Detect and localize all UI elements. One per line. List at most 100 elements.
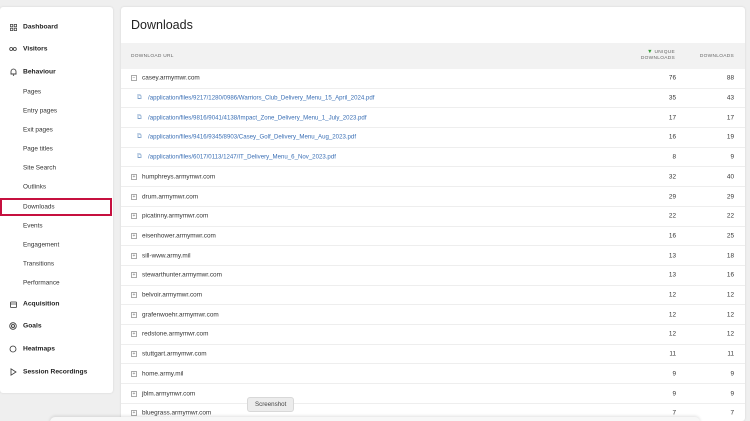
expand-icon[interactable]: + — [131, 370, 137, 377]
domain-row[interactable]: + stuttgart.armymwr.com 11 11 — [121, 345, 745, 365]
domain-label: belvoir.armymwr.com — [142, 291, 203, 299]
external-link-icon[interactable]: ⧉ — [137, 153, 142, 161]
nav-events[interactable]: Events — [0, 217, 113, 235]
unique-downloads-value: 76 — [668, 74, 676, 82]
domain-row[interactable]: + humphreys.armymwr.com 32 40 — [121, 168, 745, 188]
expand-icon[interactable]: + — [131, 311, 137, 318]
expand-icon[interactable]: + — [131, 193, 137, 200]
downloads-value: 12 — [726, 330, 734, 338]
nav-dashboard-label: Dashboard — [23, 23, 58, 31]
nav-events-label: Events — [23, 222, 43, 230]
target-icon — [9, 322, 17, 330]
unique-downloads-value: 9 — [672, 390, 676, 398]
nav-pages-label: Pages — [23, 88, 42, 96]
expand-icon[interactable]: + — [131, 410, 137, 417]
domain-label: redstone.armymwr.com — [142, 330, 209, 338]
downloads-value: 12 — [726, 311, 734, 319]
nav-session-recordings[interactable]: Session Recordings — [0, 362, 113, 382]
unique-downloads-value: 13 — [668, 271, 676, 279]
expand-icon[interactable]: + — [131, 173, 137, 180]
unique-downloads-value: 9 — [672, 370, 676, 378]
domain-row[interactable]: + picatinny.armymwr.com 22 22 — [121, 207, 745, 227]
nav-dashboard[interactable]: Dashboard — [0, 17, 113, 37]
downloads-value: 40 — [726, 173, 734, 181]
download-url[interactable]: /application/files/9217/1280/0986/Warrio… — [148, 95, 374, 102]
nav-behaviour[interactable]: Behaviour — [0, 62, 113, 82]
expand-icon[interactable]: + — [131, 390, 137, 397]
nav-visitors[interactable]: Visitors — [0, 39, 113, 59]
domain-row[interactable]: + sill-www.army.mil 13 18 — [121, 246, 745, 266]
expand-icon[interactable]: + — [131, 232, 137, 239]
download-file-row[interactable]: ⧉ /application/files/6017/0113/1247/IT_De… — [121, 148, 745, 168]
domain-label: casey.armymwr.com — [142, 74, 200, 82]
downloads-value: 43 — [726, 94, 734, 102]
external-link-icon[interactable]: ⧉ — [137, 114, 142, 122]
nav-page-titles[interactable]: Page titles — [0, 140, 113, 158]
nav-acquisition[interactable]: Acquisition — [0, 294, 113, 314]
expand-icon[interactable]: + — [131, 331, 137, 338]
downloads-value: 16 — [726, 271, 734, 279]
downloads-value: 18 — [726, 252, 734, 260]
play-icon — [9, 368, 17, 376]
tooltip: Screenshot — [247, 397, 295, 412]
nav-exit-pages[interactable]: Exit pages — [0, 121, 113, 139]
external-link-icon[interactable]: ⧉ — [137, 133, 142, 141]
expand-icon[interactable]: + — [131, 292, 137, 299]
nav-downloads[interactable]: Downloads — [0, 198, 112, 216]
download-file-row[interactable]: ⧉ /application/files/9217/1280/0986/Warri… — [121, 89, 745, 109]
nav-performance[interactable]: Performance — [0, 274, 113, 292]
nav-engagement[interactable]: Engagement — [0, 236, 113, 254]
domain-row[interactable]: + redstone.armymwr.com 12 12 — [121, 325, 745, 345]
collapse-icon[interactable]: − — [131, 75, 137, 82]
downloads-value: 11 — [727, 350, 734, 358]
downloads-value: 29 — [726, 193, 734, 201]
nav-performance-label: Performance — [23, 279, 60, 287]
domain-label: stuttgart.armymwr.com — [142, 350, 207, 358]
column-downloads[interactable]: DOWNLOADS — [700, 54, 734, 59]
unique-downloads-value: 8 — [672, 153, 676, 161]
domain-row[interactable]: + eisenhower.armymwr.com 16 25 — [121, 227, 745, 247]
expand-icon[interactable]: + — [131, 272, 137, 279]
expand-icon[interactable]: + — [131, 351, 137, 358]
nav-acquisition-label: Acquisition — [23, 300, 60, 308]
nav-pages[interactable]: Pages — [0, 83, 113, 101]
folder-icon — [9, 300, 17, 308]
download-file-row[interactable]: ⧉ /application/files/9416/9345/8903/Casey… — [121, 128, 745, 148]
domain-row[interactable]: + belvoir.armymwr.com 12 12 — [121, 286, 745, 306]
unique-downloads-value: 12 — [668, 311, 676, 319]
nav-outlinks[interactable]: Outlinks — [0, 178, 113, 196]
domain-row[interactable]: − casey.armymwr.com 76 88 — [121, 69, 745, 89]
nav-goals-label: Goals — [23, 322, 42, 330]
download-url[interactable]: /application/files/6017/0113/1247/IT_Del… — [148, 154, 336, 161]
domain-row[interactable]: + drum.armymwr.com 29 29 — [121, 187, 745, 207]
domain-label: drum.armymwr.com — [142, 193, 199, 201]
unique-downloads-value: 7 — [672, 409, 676, 417]
column-unique-downloads[interactable]: ▼ UNIQUE DOWNLOADS — [641, 49, 675, 62]
domain-row[interactable]: + jblm.armymwr.com 9 9 — [121, 384, 745, 404]
downloads-report: Downloads DOWNLOAD URL ▼ UNIQUE DOWNLOAD… — [121, 7, 745, 421]
external-link-icon[interactable]: ⧉ — [137, 94, 142, 102]
domain-label: grafenwoehr.armymwr.com — [142, 311, 219, 319]
downloads-value: 19 — [726, 133, 734, 141]
download-url[interactable]: /application/files/9416/9345/8903/Casey_… — [148, 134, 356, 141]
domain-row[interactable]: + grafenwoehr.armymwr.com 12 12 — [121, 305, 745, 326]
downloads-value: 88 — [726, 74, 734, 82]
downloads-value: 9 — [730, 390, 734, 398]
domain-row[interactable]: + stewarthunter.armymwr.com 13 16 — [121, 266, 745, 286]
sort-desc-icon: ▼ — [647, 49, 653, 55]
expand-icon[interactable]: + — [131, 252, 137, 259]
download-url[interactable]: /application/files/9816/9041/4138/Impact… — [148, 114, 367, 121]
expand-icon[interactable]: + — [131, 213, 137, 220]
download-file-row[interactable]: ⧉ /application/files/9816/9041/4138/Impac… — [121, 108, 745, 129]
downloads-value: 17 — [726, 114, 734, 122]
nav-goals[interactable]: Goals — [0, 316, 113, 336]
column-download-url[interactable]: DOWNLOAD URL — [131, 54, 174, 59]
nav-site-search[interactable]: Site Search — [0, 159, 113, 177]
column-unique-downloads-line1: UNIQUE — [654, 50, 675, 55]
nav-transitions[interactable]: Transitions — [0, 255, 113, 273]
domain-label: home.army.mil — [142, 370, 184, 378]
downloads-value: 12 — [726, 291, 734, 299]
nav-entry-pages[interactable]: Entry pages — [0, 102, 113, 120]
nav-heatmaps[interactable]: Heatmaps — [0, 339, 113, 359]
domain-row[interactable]: + home.army.mil 9 9 — [121, 365, 745, 385]
